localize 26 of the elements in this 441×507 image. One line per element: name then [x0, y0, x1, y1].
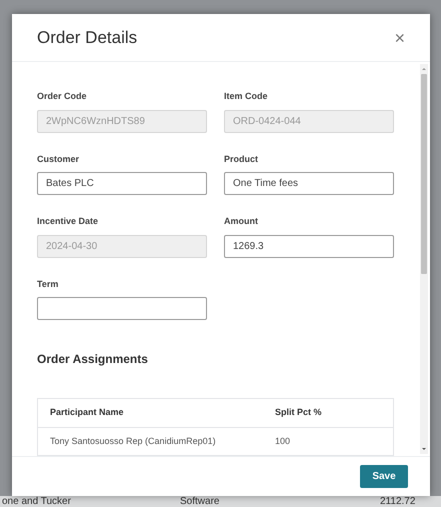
input-field[interactable]: One Time fees — [224, 172, 394, 195]
scrollbar[interactable] — [420, 64, 428, 454]
input-field[interactable] — [37, 297, 207, 320]
close-button[interactable]: × — [394, 28, 405, 46]
table-cell-text: Tony Santosuosso Rep (CanidiumRep01) — [49, 434, 217, 448]
field-label: Term — [37, 278, 60, 290]
input-field[interactable]: Bates PLC — [37, 172, 207, 195]
column-header: Participant Name — [49, 406, 125, 420]
section-heading: Order Assignments — [37, 351, 149, 368]
field-label: Product — [224, 152, 260, 166]
save-button[interactable]: Save — [360, 465, 408, 488]
field-label: Item Code — [224, 90, 269, 103]
table-cell-text: 100 — [275, 434, 292, 448]
scrollbar-thumb[interactable] — [421, 74, 427, 274]
background-table-text: 2112.72 — [380, 496, 416, 507]
background-table-text: Software — [180, 496, 220, 507]
dialog-title: Order Details — [37, 26, 138, 49]
field-label: Order Code — [37, 90, 88, 103]
input-field[interactable]: 1269.3 — [224, 234, 394, 258]
background-table-text: one and Tucker — [1, 496, 72, 507]
scroll-down-icon[interactable] — [421, 446, 427, 452]
field-label: Incentive Date — [37, 215, 100, 228]
column-header: Split Pct % — [275, 406, 323, 420]
field-label: Amount — [224, 215, 259, 228]
field-label: Customer — [37, 152, 80, 166]
scroll-up-icon[interactable] — [421, 66, 427, 72]
